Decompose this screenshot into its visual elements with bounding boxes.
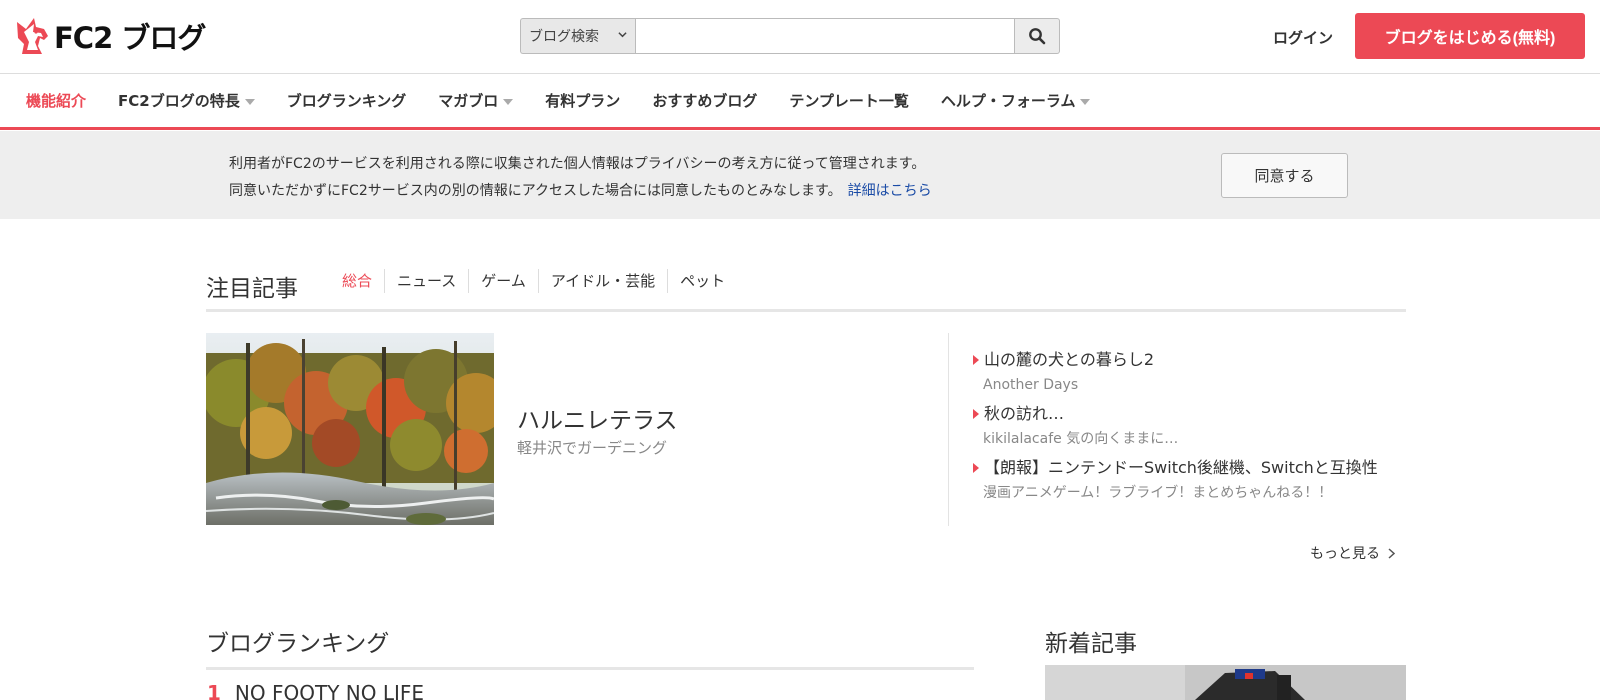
nav-item-magablo[interactable]: マガブロ bbox=[438, 90, 514, 111]
nav-item-features-intro[interactable]: 機能紹介 bbox=[26, 90, 86, 111]
search-type-label: ブログ検索 bbox=[529, 29, 599, 45]
fc2-blog-logo[interactable]: FC2 ブログ bbox=[14, 16, 206, 56]
list-item-title[interactable]: 【朗報】ニンテンドーSwitch後継機、Switchと互換性 bbox=[973, 457, 1413, 479]
fc2-unicorn-logo-icon bbox=[14, 16, 50, 56]
list-item-blog: Another Days bbox=[983, 377, 1079, 393]
search-bar: ブログ検索 bbox=[520, 18, 1060, 54]
search-input[interactable] bbox=[635, 18, 1015, 54]
caret-down-icon bbox=[1080, 98, 1091, 105]
list-item-title[interactable]: 秋の訪れ… bbox=[973, 403, 1413, 425]
new-article-image[interactable] bbox=[1045, 665, 1406, 700]
caret-down-icon bbox=[503, 98, 514, 105]
nav-item-paid-plan[interactable]: 有料プラン bbox=[545, 90, 620, 111]
search-button[interactable] bbox=[1015, 18, 1060, 54]
featured-article-blog: 軽井沢でガーデニング bbox=[517, 439, 668, 457]
featured-header: 注目記事 総合 ニュース ゲーム アイドル・芸能 ペット bbox=[206, 255, 1406, 312]
rank-number: 1 bbox=[207, 681, 221, 700]
notice-line-1: 利用者がFC2のサービスを利用される際に収集された個人情報はプライバシーの考え方… bbox=[229, 156, 926, 172]
search-type-select[interactable]: ブログ検索 bbox=[520, 18, 635, 54]
tab-all[interactable]: 総合 bbox=[332, 269, 384, 293]
nav-item-blog-ranking[interactable]: ブログランキング bbox=[287, 90, 407, 111]
tab-pet[interactable]: ペット bbox=[667, 269, 737, 293]
new-articles-title: 新着記事 bbox=[1045, 631, 1137, 657]
ranking-header: ブログランキング bbox=[206, 622, 974, 670]
list-item-title[interactable]: 山の麓の犬との暮らし2 bbox=[973, 349, 1413, 371]
notice-line-2: 同意いただかずにFC2サービス内の別の情報にアクセスした場合には同意したものとみ… bbox=[229, 183, 932, 199]
tab-game[interactable]: ゲーム bbox=[468, 269, 538, 293]
featured-article-image[interactable] bbox=[206, 333, 494, 525]
triangle-right-icon bbox=[973, 355, 979, 365]
start-blog-button[interactable]: ブログをはじめる(無料) bbox=[1355, 13, 1585, 59]
tab-idol-entertainment[interactable]: アイドル・芸能 bbox=[537, 269, 667, 293]
login-link[interactable]: ログイン bbox=[1273, 27, 1333, 48]
tab-news[interactable]: ニュース bbox=[384, 269, 468, 293]
privacy-details-link[interactable]: 詳細はこちら bbox=[848, 183, 932, 199]
featured-list: 山の麓の犬との暮らし2 Another Days 秋の訪れ… kikilalac… bbox=[973, 349, 1413, 511]
caret-down-icon bbox=[244, 98, 255, 105]
rank-blog-name: NO FOOTY NO LIFE bbox=[234, 681, 425, 700]
nav-item-template-list[interactable]: テンプレート一覧 bbox=[789, 90, 909, 111]
nav-item-fc2-blog-features[interactable]: FC2ブログの特長 bbox=[118, 90, 255, 111]
chevron-right-icon bbox=[1388, 547, 1395, 559]
chevron-down-icon bbox=[618, 32, 627, 38]
privacy-notice: 利用者がFC2のサービスを利用される際に収集された個人情報はプライバシーの考え方… bbox=[0, 131, 1600, 219]
more-link[interactable]: もっと見る bbox=[1310, 543, 1395, 563]
ranking-title: ブログランキング bbox=[206, 631, 390, 657]
list-item: 秋の訪れ… kikilalacafe 気の向くままに… bbox=[973, 403, 1413, 448]
notice-text: 利用者がFC2のサービスを利用される際に収集された個人情報はプライバシーの考え方… bbox=[229, 151, 932, 205]
logo-text: FC2 ブログ bbox=[54, 21, 206, 55]
divider bbox=[948, 333, 949, 526]
nav-item-help-forum[interactable]: ヘルプ・フォーラム bbox=[941, 90, 1091, 111]
site-header: FC2 ブログ ブログ検索 ログイン ブログをはじめる(無料) bbox=[0, 0, 1600, 74]
featured-article-title[interactable]: ハルニレテラス bbox=[517, 401, 678, 435]
triangle-right-icon bbox=[973, 409, 979, 419]
search-icon bbox=[1029, 28, 1046, 45]
triangle-right-icon bbox=[973, 463, 979, 473]
list-item-blog: kikilalacafe 気の向くままに… bbox=[983, 431, 1179, 447]
list-item-blog: 漫画アニメゲーム！ラブライブ！まとめちゃんねる！！ bbox=[983, 485, 1333, 501]
agree-button[interactable]: 同意する bbox=[1221, 153, 1348, 198]
nav-item-recommended-blogs[interactable]: おすすめブログ bbox=[652, 90, 757, 111]
featured-tabs: 総合 ニュース ゲーム アイドル・芸能 ペット bbox=[332, 269, 737, 293]
list-item: 山の麓の犬との暮らし2 Another Days bbox=[973, 349, 1413, 394]
featured-title: 注目記事 bbox=[206, 276, 298, 302]
ranking-item[interactable]: 1 NO FOOTY NO LIFE bbox=[206, 681, 424, 700]
list-item: 【朗報】ニンテンドーSwitch後継機、Switchと互換性 漫画アニメゲーム！… bbox=[973, 457, 1413, 502]
main-nav: 機能紹介 FC2ブログの特長 ブログランキング マガブロ 有料プラン おすすめブ… bbox=[0, 74, 1600, 130]
